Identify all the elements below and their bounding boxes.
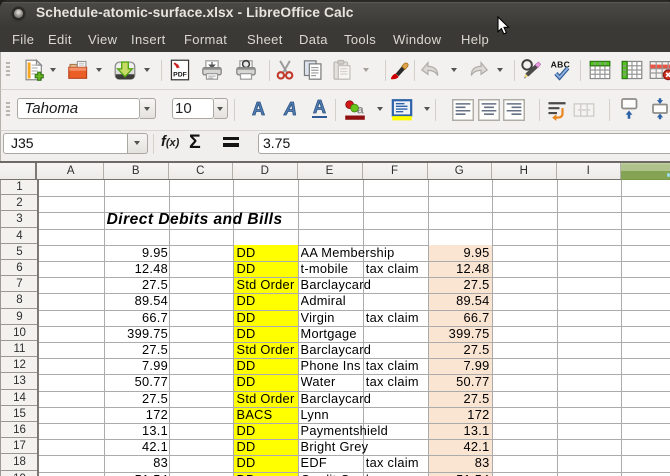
svg-text:PDF: PDF: [173, 72, 187, 79]
